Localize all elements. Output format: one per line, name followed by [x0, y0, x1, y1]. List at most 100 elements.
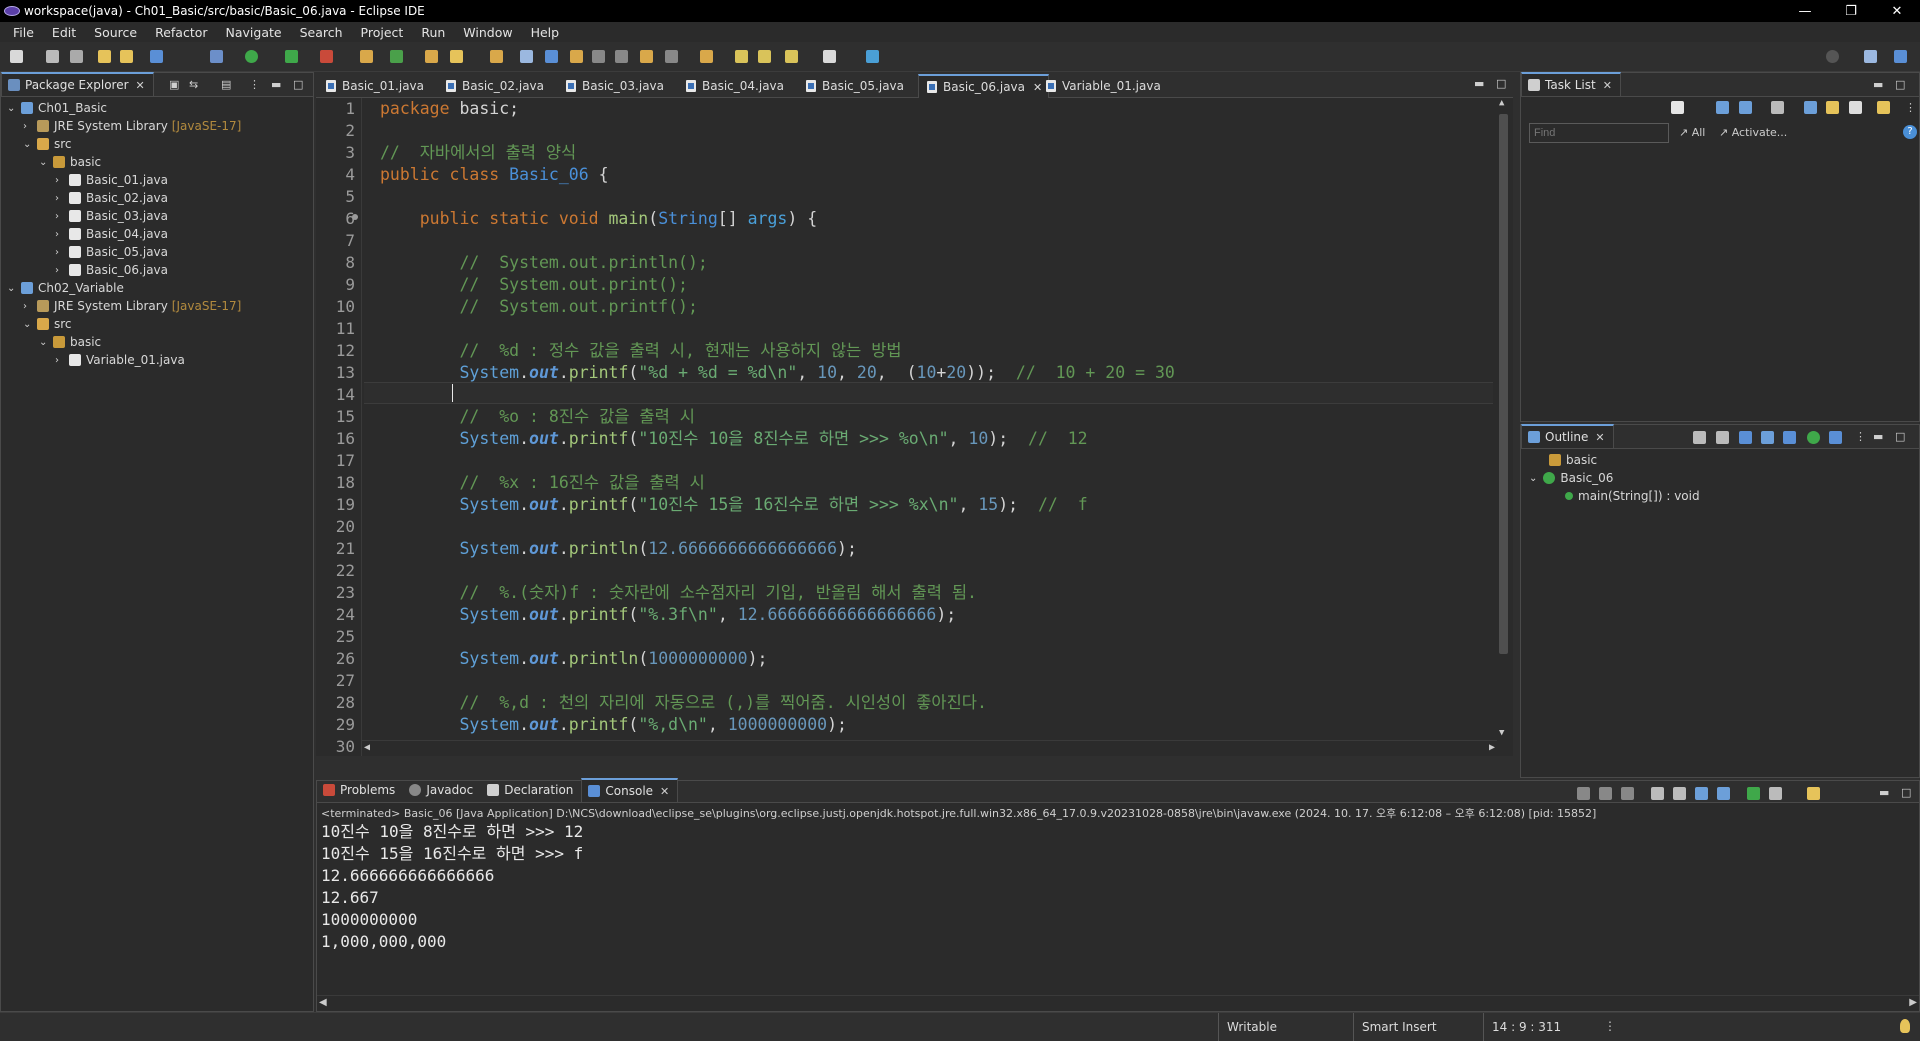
prev-annotation-icon[interactable] — [665, 50, 678, 63]
last-edit-icon[interactable] — [735, 50, 748, 63]
menu-navigate[interactable]: Navigate — [217, 25, 291, 40]
code-line[interactable]: System.out.printf("10진수 15을 16진수로 하면 >>>… — [380, 494, 1087, 516]
pin-console-icon[interactable] — [1747, 787, 1760, 800]
clear-console-icon[interactable] — [1651, 787, 1664, 800]
override-marker-icon[interactable] — [352, 214, 358, 220]
chevron-right-icon[interactable]: › — [55, 355, 65, 366]
console-horizontal-scrollbar[interactable]: ◀ ▶ — [317, 995, 1919, 1011]
scroll-lock-icon[interactable] — [1673, 787, 1686, 800]
chevron-down-icon[interactable]: ⌄ — [23, 139, 33, 150]
minimize-view-icon[interactable]: ▬ — [1873, 78, 1883, 91]
display-console-icon[interactable] — [1769, 787, 1782, 800]
code-line[interactable]: // %x : 16진수 값을 출력 시 — [380, 472, 704, 494]
hide-nonpublic-icon[interactable] — [1783, 431, 1796, 444]
chevron-right-icon[interactable]: › — [55, 229, 65, 240]
tab-variable-01[interactable]: Variable_01.java — [1038, 74, 1161, 98]
code-editor[interactable]: 1 2 3 4 5 6 7 8 9 10 11 12 13 14 15 16 17 18 19 20 21 22 23 24 2… — [316, 98, 1513, 756]
scroll-left-icon[interactable]: ◀ — [319, 997, 327, 1008]
tree-item[interactable]: › JRE System Library [JavaSE-17] — [23, 297, 241, 315]
chevron-right-icon[interactable]: › — [23, 301, 33, 312]
tree-item[interactable]: › JRE System Library [JavaSE-17] — [23, 117, 241, 135]
maximize-view-icon[interactable]: □ — [1901, 786, 1911, 799]
code-line[interactable]: public class Basic_06 { — [380, 164, 609, 186]
chevron-down-icon[interactable]: ⌄ — [23, 319, 33, 330]
open-type-icon[interactable] — [490, 50, 503, 63]
editor-vertical-scrollbar[interactable]: ▲ ▼ — [1497, 98, 1511, 756]
hide-static-icon[interactable] — [1761, 431, 1774, 444]
close-icon[interactable]: ✕ — [136, 79, 145, 92]
chevron-right-icon[interactable]: › — [55, 247, 65, 258]
remove-all-icon[interactable] — [1621, 787, 1634, 800]
scroll-right-icon[interactable]: ▶ — [1909, 997, 1917, 1008]
scroll-left-icon[interactable]: ◀ — [364, 742, 370, 753]
tab-console[interactable]: Console ✕ — [581, 778, 679, 802]
tree-item[interactable]: › Basic_04.java — [55, 225, 168, 243]
toggle-breadcrumb-icon[interactable] — [570, 50, 583, 63]
minimize-button[interactable]: — — [1782, 0, 1828, 22]
show-whitespace-icon[interactable] — [615, 50, 628, 63]
sync-icon[interactable] — [1877, 101, 1890, 114]
view-menu-icon[interactable]: ⋮ — [1855, 430, 1866, 443]
sort-icon[interactable] — [1826, 101, 1839, 114]
focus-icon[interactable] — [1849, 101, 1862, 114]
scroll-thumb[interactable] — [1499, 114, 1508, 654]
tab-declaration[interactable]: Declaration — [481, 778, 581, 802]
close-button[interactable]: ✕ — [1874, 0, 1920, 22]
redo-icon[interactable] — [120, 50, 133, 63]
filter-icon[interactable]: ▤ — [221, 78, 231, 91]
code-line[interactable]: System.out.println(1000000000); — [380, 648, 767, 670]
view-menu-icon[interactable]: ⋮ — [1905, 101, 1916, 114]
task-find-input[interactable] — [1529, 123, 1669, 143]
block-selection-icon[interactable] — [592, 50, 605, 63]
hide-local-types-icon[interactable] — [1807, 431, 1820, 444]
code-line[interactable]: // %d : 정수 값을 출력 시, 현재는 사용하지 않는 방법 — [380, 340, 901, 362]
new-class-icon[interactable] — [425, 50, 438, 63]
tab-javadoc[interactable]: Javadoc — [403, 778, 481, 802]
activate-link[interactable]: ↗ Activate... — [1719, 126, 1787, 139]
close-icon[interactable]: ✕ — [1595, 431, 1604, 444]
debug-icon[interactable] — [210, 50, 223, 63]
sort-outline-icon[interactable] — [1716, 431, 1729, 444]
status-insert-mode[interactable]: Smart Insert — [1353, 1013, 1483, 1041]
tip-lightbulb-icon[interactable] — [1900, 1019, 1910, 1033]
console-vertical-scrollbar[interactable] — [1903, 821, 1917, 993]
menu-run[interactable]: Run — [412, 25, 454, 40]
perspective-java-icon[interactable] — [1864, 50, 1877, 63]
word-wrap-icon[interactable] — [1695, 787, 1708, 800]
tab-package-explorer[interactable]: Package Explorer ✕ — [1, 72, 154, 96]
close-icon[interactable]: ✕ — [1603, 79, 1612, 92]
tab-task-list[interactable]: Task List ✕ — [1521, 72, 1621, 96]
outline-item-class[interactable]: ⌄ Basic_06 — [1529, 469, 1613, 487]
forward-icon[interactable] — [823, 50, 836, 63]
forward-edit-icon[interactable] — [758, 50, 771, 63]
categorize-icon[interactable] — [1716, 101, 1729, 114]
tree-item[interactable]: ⌄ basic — [39, 333, 101, 351]
menu-source[interactable]: Source — [85, 25, 146, 40]
code-line[interactable]: System.out.printf("10진수 10을 8진수로 하면 >>> … — [380, 428, 1087, 450]
tree-item[interactable]: › Basic_03.java — [55, 207, 168, 225]
chevron-right-icon[interactable]: › — [55, 265, 65, 276]
hide-fields-icon[interactable] — [1739, 431, 1752, 444]
status-menu-icon[interactable]: ⋮ — [1604, 1019, 1616, 1033]
menu-file[interactable]: File — [4, 25, 43, 40]
tab-outline[interactable]: Outline ✕ — [1521, 424, 1614, 448]
next-annotation-icon[interactable] — [640, 50, 653, 63]
perspective-debug-icon[interactable] — [1894, 50, 1907, 63]
outline-item-package[interactable]: basic — [1549, 451, 1597, 469]
outline-item-method[interactable]: main(String[]) : void — [1565, 487, 1700, 505]
search-toolbar-icon[interactable] — [520, 50, 533, 63]
link-with-editor-icon[interactable]: ⇆ — [189, 78, 198, 91]
editor-horizontal-scrollbar[interactable]: ◀ ▶ — [362, 740, 1497, 756]
chevron-down-icon[interactable]: ⌄ — [7, 283, 17, 294]
link-outline-icon[interactable] — [1829, 431, 1842, 444]
tree-item[interactable]: › Basic_05.java — [55, 243, 168, 261]
menu-window[interactable]: Window — [454, 25, 521, 40]
tree-item[interactable]: › Basic_01.java — [55, 171, 168, 189]
tree-item[interactable]: › Basic_02.java — [55, 189, 168, 207]
maximize-editor-icon[interactable]: □ — [1496, 77, 1506, 90]
maximize-view-icon[interactable]: □ — [293, 78, 303, 91]
tree-item[interactable]: ⌄ src — [23, 315, 72, 333]
code-area[interactable]: package basic; // 자바에서의 출력 양식 public class… — [364, 98, 1493, 756]
view-menu-icon[interactable]: ⋮ — [249, 78, 260, 91]
tab-basic-02[interactable]: Basic_02.java — [438, 74, 544, 98]
